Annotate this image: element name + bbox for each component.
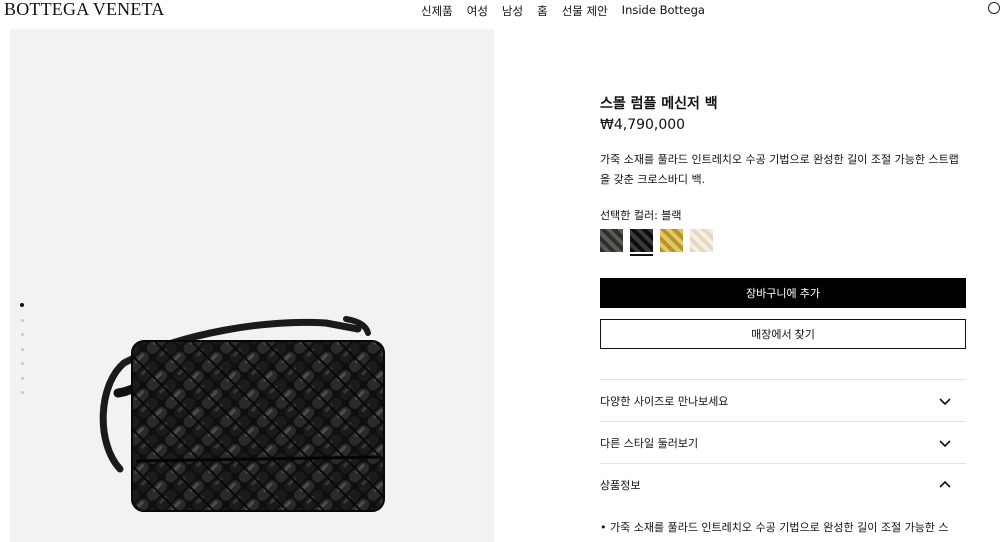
gallery-dot[interactable] xyxy=(20,347,24,351)
swatch-gold[interactable] xyxy=(660,229,683,252)
gallery-dot[interactable] xyxy=(20,318,24,322)
selected-color-label: 선택한 컬러: 블랙 xyxy=(600,209,682,222)
swatch-dark-olive[interactable] xyxy=(600,229,623,252)
nav-item-inside-bottega[interactable]: Inside Bottega xyxy=(622,3,705,19)
swatch-black[interactable] xyxy=(630,229,653,256)
product-gallery[interactable] xyxy=(10,29,494,542)
search-icon[interactable] xyxy=(988,2,1000,14)
product-image xyxy=(99,316,385,512)
gallery-dot[interactable] xyxy=(20,303,24,307)
accordion-label: 다양한 사이즈로 만나보세요 xyxy=(600,394,729,408)
color-swatches xyxy=(600,229,713,256)
find-in-store-button[interactable]: 매장에서 찾기 xyxy=(600,319,966,349)
nav-item-gifts[interactable]: 선물 제안 xyxy=(562,3,608,19)
gallery-dot[interactable] xyxy=(20,376,24,380)
gallery-dot[interactable] xyxy=(20,333,24,336)
gallery-dot[interactable] xyxy=(20,362,24,365)
accordion-other-styles[interactable]: 다른 스타일 둘러보기 xyxy=(600,421,966,463)
accordion-label: 다른 스타일 둘러보기 xyxy=(600,436,699,450)
main-nav: 신제품 여성 남성 홈 선물 제안 Inside Bottega xyxy=(421,3,719,19)
gallery-dot[interactable] xyxy=(20,391,24,394)
brand-logo[interactable]: BOTTEGA VENETA xyxy=(4,0,165,20)
product-price: ₩4,790,000 xyxy=(600,117,686,133)
swatch-cream[interactable] xyxy=(690,229,713,252)
site-header: BOTTEGA VENETA 신제품 여성 남성 홈 선물 제안 Inside … xyxy=(0,0,1000,24)
nav-item-men[interactable]: 남성 xyxy=(502,3,523,19)
product-info-bullet: • 가죽 소재를 풀라드 인트레치오 수공 기법으로 완성한 길이 조절 가능한… xyxy=(600,521,949,534)
product-title: 스몰 럼플 메신저 백 xyxy=(600,96,718,112)
chevron-up-icon xyxy=(939,480,951,488)
gallery-pagination xyxy=(20,303,24,406)
nav-item-home[interactable]: 홈 xyxy=(537,3,548,19)
add-to-cart-button[interactable]: 장바구니에 추가 xyxy=(600,278,966,308)
product-description: 가죽 소재를 풀라드 인트레치오 수공 기법으로 완성한 길이 조절 가능한 스… xyxy=(600,153,959,186)
chevron-down-icon xyxy=(939,439,951,447)
accordion-sizes[interactable]: 다양한 사이즈로 만나보세요 xyxy=(600,379,966,421)
chevron-down-icon xyxy=(939,397,951,405)
accordion-label: 상품정보 xyxy=(600,478,641,492)
nav-item-new[interactable]: 신제품 xyxy=(421,3,453,19)
accordion-product-info[interactable]: 상품정보 xyxy=(600,463,966,505)
nav-item-women[interactable]: 여성 xyxy=(467,3,488,19)
